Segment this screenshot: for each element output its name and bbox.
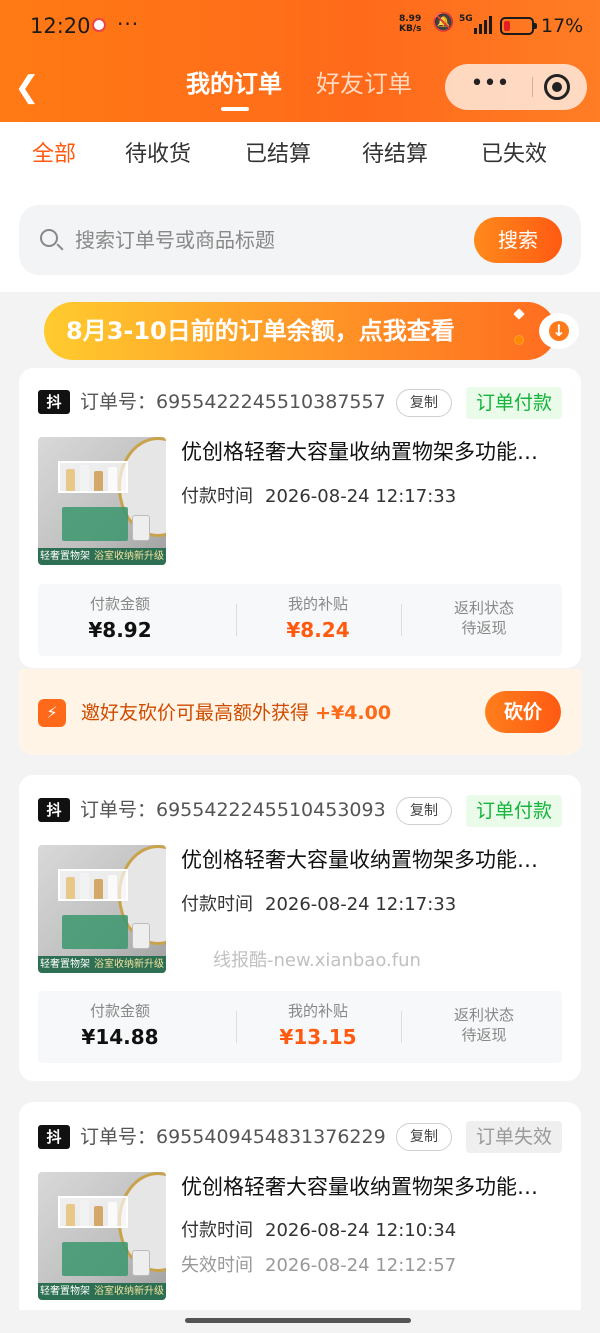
filter-all[interactable]: 全部 <box>32 140 76 170</box>
rebate-status-label: 返利状态 <box>453 1006 514 1024</box>
subsidy-label: 我的补贴 <box>287 1002 348 1020</box>
search-bar: 搜索 <box>19 205 581 275</box>
home-indicator <box>185 1318 411 1323</box>
tab-my-orders[interactable]: 我的订单 <box>186 68 282 100</box>
filter-settled[interactable]: 已结算 <box>245 140 311 170</box>
arrow-down-icon <box>539 313 579 349</box>
close-miniprogram-button[interactable] <box>544 74 570 100</box>
douyin-source-icon: 抖 <box>38 798 70 822</box>
notification-app-icon <box>92 18 106 32</box>
search-button[interactable]: 搜索 <box>474 217 562 263</box>
rebate-status-label: 返利状态 <box>453 599 514 617</box>
order-number: 订单号：6955409454831376229 <box>80 1126 386 1148</box>
more-notifications-icon: ··· <box>117 12 140 36</box>
filter-invalid[interactable]: 已失效 <box>481 140 547 170</box>
filter-pending-receipt[interactable]: 待收货 <box>125 140 191 170</box>
bargain-message: 邀好友砍价可最高额外获得 +¥4.00 <box>81 699 391 727</box>
order-card: 抖 订单号：6955422245510387557 复制 订单付款 轻奢置物架浴… <box>19 368 581 668</box>
pay-time-label: 付款时间 <box>181 486 253 507</box>
rebate-status: 待返现 <box>461 1026 507 1044</box>
bargain-amount: +¥4.00 <box>315 702 392 724</box>
network-type: 5G <box>459 14 473 24</box>
paid-amount: ¥14.88 <box>81 1025 159 1049</box>
signal-icon <box>474 16 494 34</box>
search-icon <box>40 229 58 247</box>
image-caption-right: 浴室收纳新升级 <box>94 1286 164 1297</box>
order-filter-tabs: 全部 待收货 已结算 待结算 已失效 <box>0 122 600 192</box>
expire-time-row: 失效时间 2026-08-24 12:12:57 <box>181 1254 456 1278</box>
product-title[interactable]: 优创格轻奢大容量收纳置物架多功能… <box>181 1172 565 1202</box>
expire-time-value: 2026-08-24 12:12:57 <box>265 1255 457 1276</box>
image-caption-left: 轻奢置物架 <box>40 551 90 562</box>
pay-time-value: 2026-08-24 12:10:34 <box>265 1220 457 1241</box>
pay-time-value: 2026-08-24 12:17:33 <box>265 486 457 507</box>
product-title[interactable]: 优创格轻奢大容量收纳置物架多功能… <box>181 845 565 875</box>
balance-banner[interactable]: 8月3-10日前的订单余额，点我查看 <box>44 302 579 360</box>
banner-text: 8月3-10日前的订单余额，点我查看 <box>66 317 455 345</box>
image-caption-right: 浴室收纳新升级 <box>94 959 164 970</box>
status-bar: 12:20 ··· 8.99 KB/s 🔕 5G 17% <box>0 0 600 56</box>
subsidy-amount: ¥8.24 <box>286 618 350 642</box>
bargain-button[interactable]: 砍价 <box>485 691 561 733</box>
status-badge: 订单付款 <box>466 795 562 827</box>
pay-time-label: 付款时间 <box>181 1220 253 1241</box>
paid-amount-label: 付款金额 <box>89 1002 150 1020</box>
status-badge: 订单付款 <box>466 387 562 419</box>
order-card: 抖 订单号：6955422245510453093 复制 订单付款 轻奢置物架浴… <box>19 775 581 1081</box>
image-caption-left: 轻奢置物架 <box>40 959 90 970</box>
header-bar: 12:20 ··· 8.99 KB/s 🔕 5G 17% ❮ 我的订单 好友订单 … <box>0 0 600 122</box>
filter-pending-settlement[interactable]: 待结算 <box>362 140 428 170</box>
copy-button[interactable]: 复制 <box>396 1123 452 1151</box>
image-caption-right: 浴室收纳新升级 <box>94 551 164 562</box>
order-card: 抖 订单号：6955409454831376229 复制 订单失效 轻奢置物架浴… <box>19 1102 581 1310</box>
expire-time-label: 失效时间 <box>181 1255 253 1276</box>
paid-amount: ¥8.92 <box>88 618 152 642</box>
paid-amount-label: 付款金额 <box>89 595 150 613</box>
copy-button[interactable]: 复制 <box>396 389 452 417</box>
order-number: 订单号：6955422245510387557 <box>80 391 386 413</box>
product-image[interactable]: 轻奢置物架 浴室收纳新升级 <box>38 1172 166 1300</box>
order-number: 订单号：6955422245510453093 <box>80 799 386 821</box>
subsidy-amount: ¥13.15 <box>279 1025 357 1049</box>
miniprogram-capsule: ••• <box>445 64 587 110</box>
capsule-divider <box>532 77 533 97</box>
watermark-text: 线报酷-new.xianbao.fun <box>213 950 421 971</box>
status-time: 12:20 <box>30 14 91 38</box>
pay-time-label: 付款时间 <box>181 894 253 915</box>
sparkle-icon <box>513 308 525 320</box>
search-input[interactable] <box>75 223 455 257</box>
status-badge: 订单失效 <box>466 1121 562 1153</box>
order-stats: 付款金额 ¥8.92 我的补贴 ¥8.24 返利状态待返现 <box>38 584 562 656</box>
bargain-strip: ⚡ 邀好友砍价可最高额外获得 +¥4.00 砍价 <box>19 669 581 755</box>
bell-off-icon: 🔕 <box>432 12 455 33</box>
coin-icon <box>514 335 524 345</box>
douyin-source-icon: 抖 <box>38 1125 70 1149</box>
image-caption-left: 轻奢置物架 <box>40 1286 90 1297</box>
product-image[interactable]: 轻奢置物架 浴室收纳新升级 <box>38 437 166 565</box>
copy-button[interactable]: 复制 <box>396 797 452 825</box>
product-image[interactable]: 轻奢置物架 浴室收纳新升级 <box>38 845 166 973</box>
search-section: 搜索 <box>0 192 600 292</box>
order-stats: 付款金额 ¥14.88 我的补贴 ¥13.15 返利状态待返现 <box>38 991 562 1063</box>
subsidy-label: 我的补贴 <box>287 595 348 613</box>
pay-time-row: 付款时间 2026-08-24 12:10:34 <box>181 1219 456 1243</box>
douyin-source-icon: 抖 <box>38 390 70 414</box>
tab-friend-orders[interactable]: 好友订单 <box>316 68 412 100</box>
pay-time-row: 付款时间 2026-08-24 12:17:33 <box>181 485 456 509</box>
rebate-status: 待返现 <box>461 619 507 637</box>
more-menu-button[interactable]: ••• <box>465 71 515 96</box>
pay-time-value: 2026-08-24 12:17:33 <box>265 894 457 915</box>
network-speed: 8.99 KB/s <box>399 14 422 34</box>
back-button[interactable]: ❮ <box>14 70 40 106</box>
bargain-text: 邀好友砍价可最高额外获得 <box>81 702 310 724</box>
battery-icon <box>500 17 537 35</box>
pay-time-row: 付款时间 2026-08-24 12:17:33 <box>181 893 456 917</box>
active-tab-indicator <box>221 107 249 111</box>
lightning-icon: ⚡ <box>38 699 66 727</box>
product-title[interactable]: 优创格轻奢大容量收纳置物架多功能… <box>181 437 565 467</box>
battery-percent: 17% <box>541 15 584 37</box>
